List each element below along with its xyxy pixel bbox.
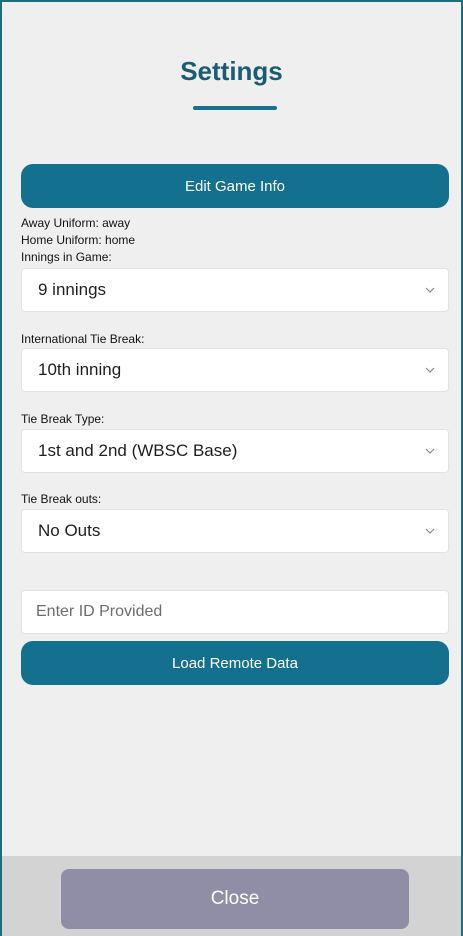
- innings-value: 9 innings: [38, 280, 107, 299]
- chevron-down-icon: [425, 367, 435, 373]
- tie-break-outs-label: Tie Break outs:: [21, 492, 102, 506]
- page-title: Settings: [180, 56, 283, 86]
- title-underline: [193, 106, 277, 110]
- tie-break-type-label: Tie Break Type:: [21, 412, 105, 426]
- international-tie-break-label: International Tie Break:: [21, 332, 145, 346]
- chevron-down-icon: [425, 287, 435, 293]
- innings-select[interactable]: 9 innings: [21, 268, 449, 312]
- tie-break-type-value: 1st and 2nd (WBSC Base): [38, 441, 238, 460]
- load-remote-data-button[interactable]: Load Remote Data: [21, 641, 449, 685]
- international-tie-break-select[interactable]: 10th inning: [21, 348, 449, 392]
- remote-id-input[interactable]: [21, 590, 449, 634]
- chevron-down-icon: [425, 448, 435, 454]
- away-uniform-text: Away Uniform: away: [21, 216, 131, 230]
- home-uniform-text: Home Uniform: home: [21, 233, 136, 247]
- tie-break-type-select[interactable]: 1st and 2nd (WBSC Base): [21, 429, 449, 473]
- tie-break-outs-select[interactable]: No Outs: [21, 509, 449, 553]
- close-button[interactable]: Close: [61, 869, 409, 929]
- tie-break-outs-value: No Outs: [38, 521, 101, 540]
- chevron-down-icon: [425, 528, 435, 534]
- innings-label: Innings in Game:: [21, 250, 112, 264]
- edit-game-info-button[interactable]: Edit Game Info: [21, 164, 449, 208]
- international-tie-break-value: 10th inning: [38, 360, 122, 379]
